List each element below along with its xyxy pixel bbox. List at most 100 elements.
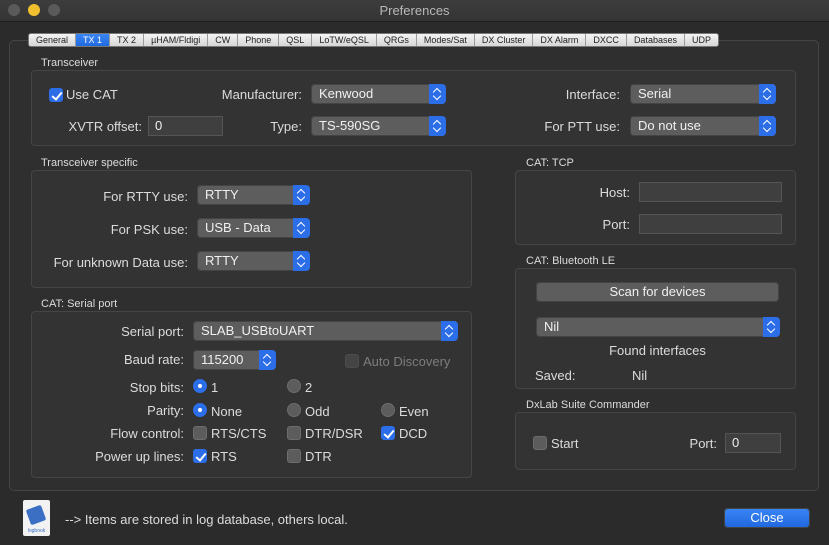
power-dtr-checkbox[interactable] [287,449,301,463]
tab-dx-alarm[interactable]: DX Alarm [533,34,587,46]
psk-select[interactable]: USB - Data [197,218,310,238]
auto-discovery-checkbox[interactable] [345,354,359,368]
type-value: TS-590SG [319,118,381,133]
stop-bits-1-radio[interactable] [193,379,207,393]
interface-select[interactable]: Serial [630,84,776,104]
tab-µham-fldigi[interactable]: µHAM/Fldigi [144,34,209,46]
cat-tcp-title: CAT: TCP [526,157,574,169]
tab-general[interactable]: General [29,34,77,46]
tab-udp[interactable]: UDP [684,34,718,46]
psk-value: USB - Data [205,220,271,235]
dxlab-port-label: Port: [689,436,717,451]
rts-cts-checkbox[interactable] [193,426,207,440]
rtty-select[interactable]: RTTY [197,185,310,205]
tab-lotw-eqsl[interactable]: LoTW/eQSL [312,34,377,46]
manufacturer-select[interactable]: Kenwood [311,84,446,104]
dxlab-port-field[interactable]: 0 [725,433,781,453]
parity-label: Parity: [147,403,184,418]
serial-port-select[interactable]: SLAB_USBtoUART [193,321,458,341]
stop-bits-1-label: 1 [211,380,219,395]
ptt-select[interactable]: Do not use [630,116,776,136]
chevron-updown-icon [259,350,276,370]
chevron-updown-icon [429,84,446,104]
parity-even-radio[interactable] [381,403,395,417]
tab-cw[interactable]: CW [208,34,239,46]
chevron-updown-icon [429,116,446,136]
parity-even-label: Even [399,404,429,419]
window-title: Preferences [379,3,450,18]
chevron-updown-icon [293,218,310,238]
manufacturer-value: Kenwood [319,86,374,101]
psk-label: For PSK use: [110,222,188,237]
rts-cts-label: RTS/CTS [211,426,267,441]
chevron-updown-icon [441,321,458,341]
power-rts-checkbox[interactable] [193,449,207,463]
saved-label: Saved: [535,368,576,383]
dxlab-start-checkbox[interactable] [533,436,547,450]
serial-port-label: Serial port: [121,324,184,339]
tab-tx-1[interactable]: TX 1 [76,34,111,46]
baud-rate-label: Baud rate: [124,352,184,367]
dxlab-start-label: Start [551,436,579,451]
parity-none-radio[interactable] [193,403,207,417]
footer-note: --> Items are stored in log database, ot… [65,512,348,527]
found-interfaces-label: Found interfaces [609,343,706,358]
dcd-checkbox[interactable] [381,426,395,440]
stop-bits-label: Stop bits: [129,380,184,395]
cat-serial-title: CAT: Serial port [41,298,118,310]
tab-bar: General TX 1 TX 2 µHAM/Fldigi CW Phone QSL LoTW… [28,33,719,47]
unknown-data-label: For unknown Data use: [53,255,188,270]
type-select[interactable]: TS-590SG [311,116,446,136]
use-cat-checkbox[interactable] [49,88,63,102]
stop-bits-2-label: 2 [305,380,313,395]
baud-rate-select[interactable]: 115200 [193,350,276,370]
close-button[interactable]: Close [724,508,810,528]
tab-qrgs[interactable]: QRGs [376,34,417,46]
chevron-updown-icon [759,84,776,104]
power-dtr-label: DTR [305,449,332,464]
host-field[interactable] [639,182,782,202]
host-label: Host: [599,185,630,200]
auto-discovery-label: Auto Discovery [363,354,451,369]
unknown-data-select[interactable]: RTTY [197,251,310,271]
serial-port-value: SLAB_USBtoUART [201,323,315,338]
use-cat-label: Use CAT [66,87,118,102]
chevron-updown-icon [763,317,780,337]
rtty-label: For RTTY use: [103,189,188,204]
tab-qsl[interactable]: QSL [279,34,313,46]
dtr-dsr-checkbox[interactable] [287,426,301,440]
baud-rate-value: 115200 [201,352,244,367]
tcp-port-field[interactable] [639,214,782,234]
saved-value: Nil [632,368,648,383]
parity-none-label: None [211,404,243,419]
dcd-label: DCD [399,426,428,441]
app-icon-text: logbook [27,528,46,534]
flow-control-label: Flow control: [110,426,184,441]
app-logbook-icon: logbook [23,500,50,536]
manufacturer-label: Manufacturer: [221,87,302,102]
tab-modes-sat[interactable]: Modes/Sat [416,34,475,46]
ble-device-select[interactable]: Nil [536,317,780,337]
stop-bits-2-radio[interactable] [287,379,301,393]
cat-ble-title: CAT: Bluetooth LE [526,255,616,267]
ble-device-value: Nil [544,319,560,334]
tab-dx-cluster[interactable]: DX Cluster [474,34,534,46]
chevron-updown-icon [293,251,310,271]
tab-phone[interactable]: Phone [238,34,280,46]
tab-tx-2[interactable]: TX 2 [110,34,145,46]
book-icon [25,504,47,526]
dxlab-title: DxLab Suite Commander [526,399,650,411]
interface-value: Serial [638,86,672,101]
ptt-label: For PTT use: [544,119,620,134]
chevron-updown-icon [759,116,776,136]
power-up-label: Power up lines: [95,449,184,464]
parity-odd-radio[interactable] [287,403,301,417]
scan-devices-button[interactable]: Scan for devices [536,282,779,302]
tab-databases[interactable]: Databases [626,34,685,46]
transceiver-specific-title: Transceiver specific [41,157,138,169]
parity-odd-label: Odd [305,404,330,419]
tab-dxcc[interactable]: DXCC [586,34,627,46]
rtty-value: RTTY [205,187,239,202]
type-label: Type: [270,119,302,134]
title-bar: Preferences [0,0,829,22]
